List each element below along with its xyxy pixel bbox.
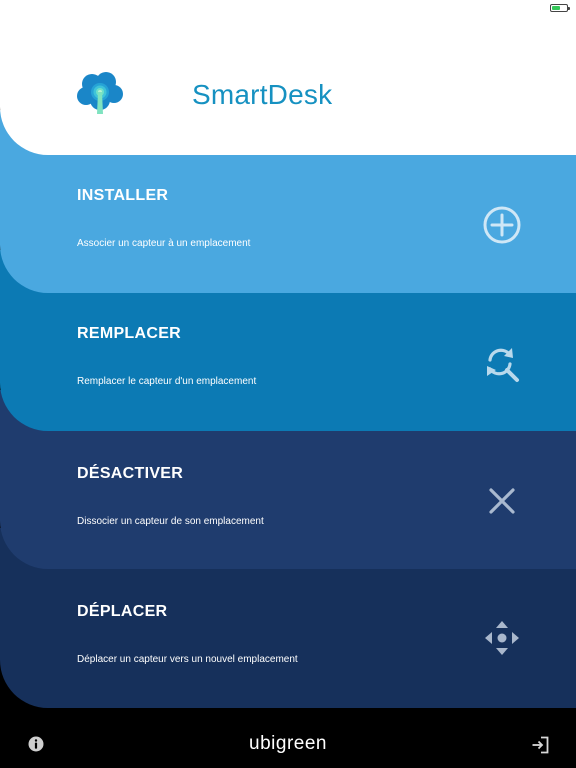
disable-title: DÉSACTIVER — [77, 465, 184, 482]
replace-title: REMPLACER — [77, 325, 182, 342]
move-title: DÉPLACER — [77, 603, 168, 620]
move-description: Déplacer un capteur vers un nouvel empla… — [77, 654, 298, 665]
replace-description: Remplacer le capteur d'un emplacement — [77, 376, 257, 387]
plus-circle-icon[interactable] — [482, 205, 522, 245]
bottom-bar: ubigreen — [0, 708, 576, 768]
header: SmartDesk — [0, 0, 576, 155]
install-description: Associer un capteur à un emplacement — [77, 238, 251, 249]
smartdesk-logo-icon — [77, 72, 123, 114]
close-icon[interactable] — [482, 481, 522, 521]
refresh-search-icon[interactable] — [482, 343, 522, 383]
battery-fill — [552, 6, 561, 10]
install-title: INSTALLER — [77, 187, 169, 204]
status-bar — [0, 0, 576, 16]
battery-charging-icon — [550, 4, 570, 12]
move-arrows-icon[interactable] — [482, 618, 522, 658]
disable-description: Dissocier un capteur de son emplacement — [77, 516, 264, 527]
app-title: SmartDesk — [192, 79, 333, 110]
brand-logo: ubigreen — [249, 733, 327, 754]
logout-icon[interactable] — [531, 736, 549, 754]
